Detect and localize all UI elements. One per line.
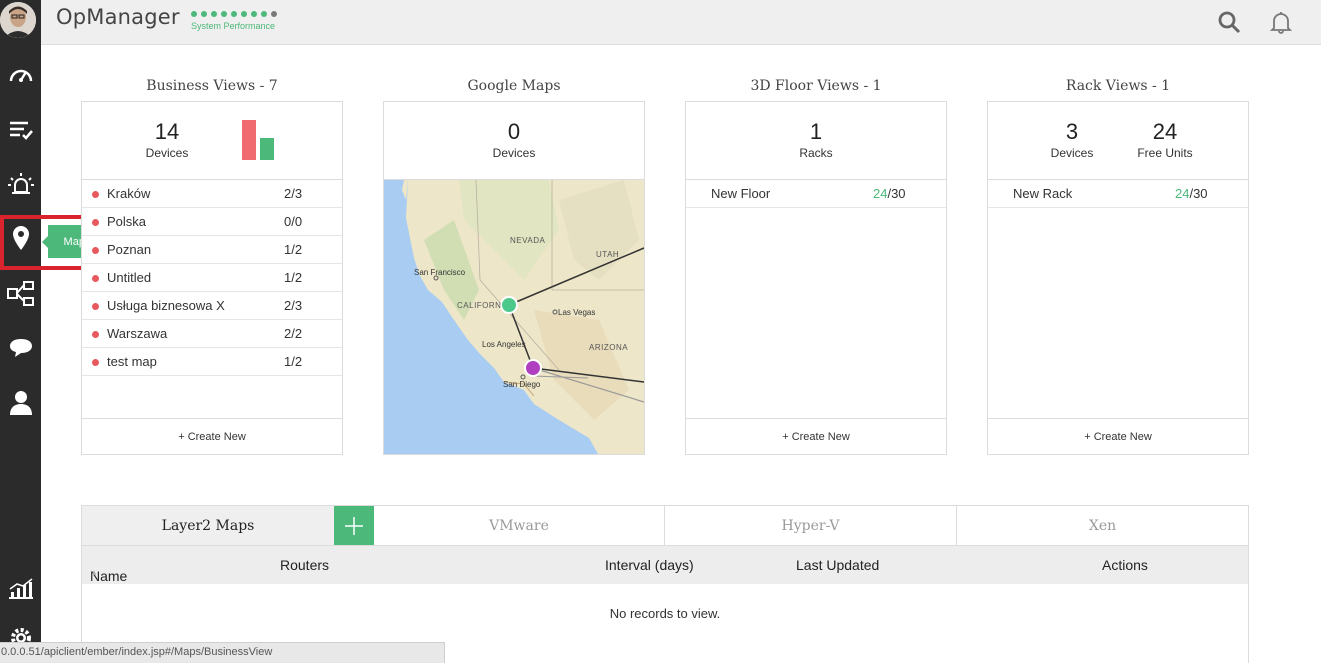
business-view-status: 1/2 xyxy=(284,354,303,369)
business-view-name: Untitled xyxy=(107,270,152,285)
business-view-name: test map xyxy=(107,354,157,369)
status-dot-icon xyxy=(92,219,99,226)
status-bar-green xyxy=(260,138,274,160)
google-maps-card: 0 Devices NEVADA UTAH San Francisco CALI… xyxy=(383,101,645,455)
business-view-name: Polska xyxy=(107,214,147,229)
alarms-icon[interactable] xyxy=(0,164,41,204)
plus-icon xyxy=(345,516,363,535)
map-label-nevada: NEVADA xyxy=(510,236,546,245)
rack-free-units-stat: 24 Free Units xyxy=(1137,119,1193,161)
map-type-tabs: Layer2 Maps VMware Hyper-V Xen xyxy=(81,505,1249,546)
business-view-name: Poznan xyxy=(107,242,152,257)
top-header: OpManager System Performance xyxy=(41,0,1321,45)
browser-status-url: 0.0.0.51/apiclient/ember/index.jsp#/Maps… xyxy=(0,642,445,663)
rack-views-card: 3 Devices 24 Free Units New Rack 24/30 +… xyxy=(987,101,1249,455)
status-dot-icon xyxy=(92,303,99,310)
list-item[interactable]: New Rack 24/30 xyxy=(988,180,1248,208)
status-dot-icon xyxy=(92,331,99,338)
tab-xen[interactable]: Xen xyxy=(957,506,1248,545)
column-header-interval[interactable]: Interval (days) xyxy=(605,557,694,573)
sidebar xyxy=(0,0,41,663)
list-item[interactable]: Kraków 2/3 xyxy=(82,180,342,208)
column-header-last-updated[interactable]: Last Updated xyxy=(796,557,879,573)
list-item[interactable]: Warszawa 2/2 xyxy=(82,320,342,348)
tab-hyper-v[interactable]: Hyper-V xyxy=(665,506,957,545)
list-item[interactable]: Untitled 1/2 xyxy=(82,264,342,292)
list-item[interactable]: test map 1/2 xyxy=(82,348,342,376)
business-view-status: 0/0 xyxy=(284,214,303,229)
rack-devices-stat: 3 Devices xyxy=(1050,119,1094,161)
floor-views-card: 1 Racks New Floor 24/30 + Create New xyxy=(685,101,947,455)
floor-racks-stat: 1 Racks xyxy=(799,119,833,161)
map-label-las-vegas: Las Vegas xyxy=(558,308,596,317)
business-view-status: 1/2 xyxy=(284,270,303,285)
chat-icon[interactable] xyxy=(0,328,41,368)
business-views-title: Business Views - 7 xyxy=(146,78,278,94)
inventory-icon[interactable] xyxy=(0,110,41,150)
app-title[interactable]: OpManager xyxy=(56,5,180,29)
reports-icon[interactable] xyxy=(0,568,41,608)
business-view-status: 2/3 xyxy=(284,298,303,313)
list-item[interactable]: Usługa biznesowa X 2/3 xyxy=(82,292,342,320)
avatar[interactable] xyxy=(0,2,36,38)
workflow-icon[interactable] xyxy=(0,274,41,314)
tab-vmware[interactable]: VMware xyxy=(374,506,665,545)
business-view-name: Usługa biznesowa X xyxy=(107,298,225,313)
business-view-name: Kraków xyxy=(107,186,151,201)
column-header-actions: Actions xyxy=(1102,557,1148,573)
business-views-card: 14 Devices Kraków 2/3 Polska 0/0 Poznan 1/2 Un… xyxy=(81,101,343,455)
notification-bell-icon[interactable] xyxy=(1268,9,1294,35)
business-create-new-button[interactable]: + Create New xyxy=(82,418,342,454)
user-icon[interactable] xyxy=(0,383,41,423)
system-performance-indicator[interactable] xyxy=(191,11,277,17)
status-dot-icon xyxy=(92,247,99,254)
google-maps-title: Google Maps xyxy=(467,78,561,94)
business-view-status: 1/2 xyxy=(284,242,303,257)
status-dot-icon xyxy=(92,275,99,282)
rack-create-new-button[interactable]: + Create New xyxy=(988,418,1248,454)
status-dot-icon xyxy=(92,359,99,366)
map-label-los-angeles: Los Angeles xyxy=(482,340,526,349)
business-view-name: Warszawa xyxy=(107,326,168,341)
column-header-routers[interactable]: Routers xyxy=(280,557,329,573)
list-item[interactable]: New Floor 24/30 xyxy=(686,180,946,208)
dashboard-icon[interactable] xyxy=(0,54,41,94)
google-devices-stat: 0 Devices xyxy=(492,119,536,161)
business-devices-stat: 14 Devices xyxy=(145,119,189,161)
business-view-status: 2/2 xyxy=(284,326,303,341)
business-status-bars xyxy=(242,120,276,160)
floor-views-title: 3D Floor Views - 1 xyxy=(750,78,882,94)
business-view-status: 2/3 xyxy=(284,186,303,201)
rack-views-title: Rack Views - 1 xyxy=(1065,78,1171,94)
table-header: Name ▲ Routers Interval (days) Last Upda… xyxy=(81,546,1249,584)
map-label-san-diego: San Diego xyxy=(503,380,541,389)
google-map-preview[interactable]: NEVADA UTAH San Francisco CALIFORN Las V… xyxy=(384,180,644,454)
status-bar-red xyxy=(242,120,256,160)
map-label-california: CALIFORN xyxy=(457,301,502,310)
tab-layer2-maps[interactable]: Layer2 Maps xyxy=(82,506,334,545)
search-icon[interactable] xyxy=(1216,9,1242,35)
map-label-san-francisco: San Francisco xyxy=(414,268,466,277)
sort-icon: ▲ xyxy=(90,568,98,577)
floor-create-new-button[interactable]: + Create New xyxy=(686,418,946,454)
system-performance-label: System Performance xyxy=(191,21,276,31)
add-layer2-map-button[interactable] xyxy=(334,506,374,545)
status-dot-icon xyxy=(92,191,99,198)
list-item[interactable]: Poznan 1/2 xyxy=(82,236,342,264)
list-item[interactable]: Polska 0/0 xyxy=(82,208,342,236)
map-label-arizona: ARIZONA xyxy=(589,343,629,352)
empty-table-message: No records to view. xyxy=(609,606,721,621)
map-label-utah: UTAH xyxy=(596,250,620,259)
